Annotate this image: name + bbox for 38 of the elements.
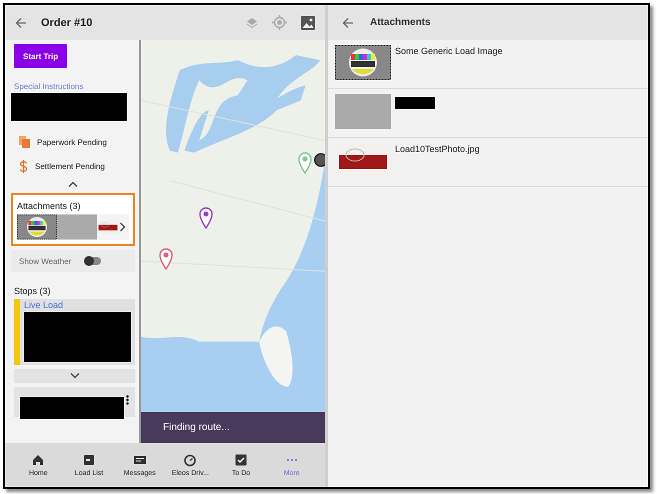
map-pin-icon[interactable] <box>199 207 213 229</box>
location-marker-icon <box>314 153 325 167</box>
chevron-right-icon[interactable] <box>119 222 126 232</box>
chevron-up-icon[interactable] <box>68 181 78 187</box>
home-icon <box>31 453 46 467</box>
attachment-item[interactable]: Load10TestPhoto.jpg <box>328 138 648 187</box>
section-label: Special Instructions <box>14 82 84 91</box>
start-trip-button[interactable]: Start Trip <box>14 44 68 68</box>
dollar-icon <box>19 160 28 172</box>
screen-title: Attachments <box>370 17 431 28</box>
section-title: Attachments (3) <box>17 201 82 211</box>
thumbnail-image <box>335 45 391 80</box>
toggle-label: Show Weather <box>19 256 72 266</box>
chevron-down-icon <box>70 373 80 379</box>
file-name: Load10TestPhoto.jpg <box>395 143 480 156</box>
stop-type: Live Load <box>24 300 64 310</box>
stop-card[interactable] <box>14 387 135 417</box>
map-pin-icon[interactable] <box>159 248 173 270</box>
status-label: Paperwork Pending <box>37 138 107 146</box>
documents-icon <box>19 136 30 148</box>
status-message: Finding route... <box>163 422 230 433</box>
back-arrow-icon[interactable] <box>342 16 354 28</box>
weather-toggle[interactable] <box>85 257 102 265</box>
image-icon[interactable] <box>301 16 315 30</box>
box-icon <box>82 453 96 467</box>
section-title: Stops (3) <box>14 286 52 296</box>
file-name: Some Generic Load Image <box>395 45 503 58</box>
checkbox-icon <box>234 453 248 467</box>
thumbnail-image <box>335 94 391 129</box>
timer-icon <box>183 453 198 467</box>
message-icon <box>132 453 147 467</box>
attachment-item[interactable]: Some Generic Load Image <box>328 40 648 89</box>
kebab-menu-icon[interactable] <box>126 395 129 405</box>
attachments-card[interactable]: Attachments (3) <box>11 193 135 246</box>
status-label: Settlement Pending <box>35 162 105 170</box>
back-arrow-icon[interactable] <box>15 16 27 28</box>
thumbnail-image <box>17 214 57 240</box>
screen-title: Order #10 <box>41 16 92 28</box>
